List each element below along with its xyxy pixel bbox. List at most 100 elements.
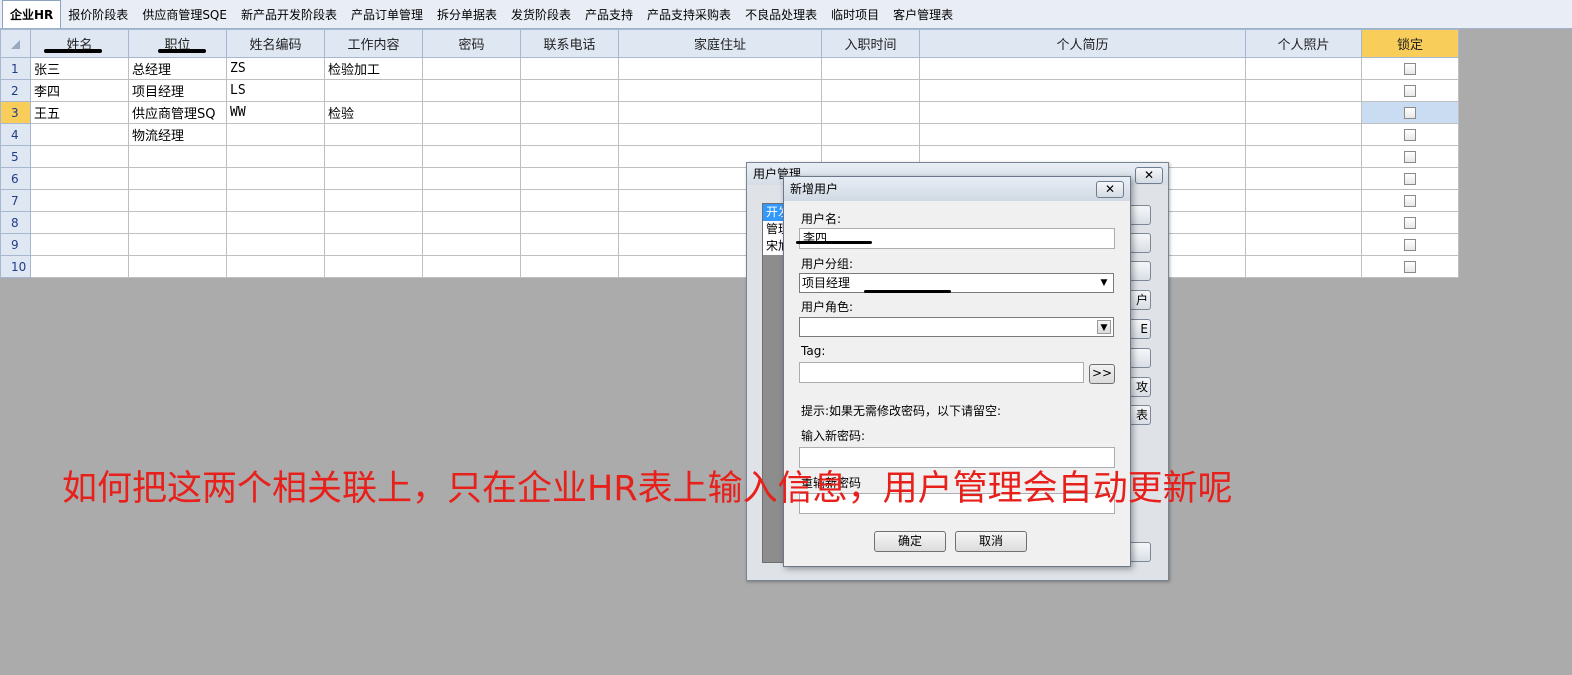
table-cell[interactable]: [226, 189, 325, 212]
row-number[interactable]: 5: [0, 145, 31, 168]
tag-picker-button[interactable]: >>: [1089, 364, 1115, 384]
table-cell[interactable]: [422, 233, 521, 256]
column-header[interactable]: 职位: [128, 29, 227, 58]
column-header[interactable]: 锁定: [1361, 29, 1459, 58]
table-cell[interactable]: [324, 189, 423, 212]
cancel-button[interactable]: 取消: [955, 531, 1027, 552]
lock-checkbox[interactable]: [1404, 128, 1416, 141]
table-cell[interactable]: [30, 211, 129, 234]
table-cell[interactable]: [422, 101, 521, 124]
table-cell[interactable]: [30, 255, 129, 278]
row-number[interactable]: 2: [0, 79, 31, 102]
table-cell[interactable]: [422, 255, 521, 278]
tab-8[interactable]: 产品支持采购表: [640, 2, 738, 28]
lock-checkbox[interactable]: [1404, 150, 1416, 163]
column-header[interactable]: 个人照片: [1245, 29, 1362, 58]
user-management-action-button[interactable]: 攻: [1129, 377, 1151, 397]
column-header[interactable]: 工作内容: [324, 29, 423, 58]
table-cell[interactable]: [1245, 189, 1362, 212]
table-cell[interactable]: [128, 145, 227, 168]
table-cell[interactable]: 张三: [30, 57, 129, 80]
column-header[interactable]: 家庭住址: [618, 29, 822, 58]
table-cell[interactable]: [618, 101, 822, 124]
table-cell[interactable]: [618, 123, 822, 146]
table-cell[interactable]: [128, 167, 227, 190]
table-cell[interactable]: [520, 255, 619, 278]
column-header[interactable]: 密码: [422, 29, 521, 58]
table-cell[interactable]: [1245, 145, 1362, 168]
table-cell[interactable]: [324, 79, 423, 102]
user-management-action-button[interactable]: 户: [1129, 290, 1151, 310]
table-cell[interactable]: [324, 123, 423, 146]
table-cell[interactable]: [1245, 123, 1362, 146]
tab-3[interactable]: 新产品开发阶段表: [234, 2, 344, 28]
tag-field[interactable]: [799, 362, 1084, 383]
lock-checkbox[interactable]: [1404, 172, 1416, 185]
tab-2[interactable]: 供应商管理SQE: [135, 2, 234, 28]
table-cell[interactable]: [128, 211, 227, 234]
table-cell[interactable]: [324, 255, 423, 278]
table-cell[interactable]: [128, 233, 227, 256]
table-cell[interactable]: [520, 145, 619, 168]
table-cell[interactable]: [422, 123, 521, 146]
table-cell[interactable]: [520, 101, 619, 124]
row-number[interactable]: 7: [0, 189, 31, 212]
table-cell[interactable]: ZS: [226, 57, 325, 80]
row-number[interactable]: 4: [0, 123, 31, 146]
row-number[interactable]: 6: [0, 167, 31, 190]
table-cell[interactable]: [821, 123, 920, 146]
table-cell[interactable]: 项目经理: [128, 79, 227, 102]
table-cell[interactable]: [226, 255, 325, 278]
row-number[interactable]: 10: [0, 255, 31, 278]
lock-checkbox[interactable]: [1404, 106, 1416, 119]
table-cell[interactable]: [128, 189, 227, 212]
user-management-action-button[interactable]: 表: [1129, 405, 1151, 425]
table-cell[interactable]: 总经理: [128, 57, 227, 80]
table-cell[interactable]: [422, 145, 521, 168]
table-cell[interactable]: 检验加工: [324, 57, 423, 80]
table-cell[interactable]: [422, 57, 521, 80]
table-cell[interactable]: 供应商管理SQ: [128, 101, 227, 124]
username-field[interactable]: 李四: [799, 228, 1115, 249]
user-management-action-button[interactable]: E: [1129, 319, 1151, 339]
table-cell[interactable]: [919, 57, 1246, 80]
user-management-action-button[interactable]: [1129, 205, 1151, 225]
table-cell[interactable]: [520, 167, 619, 190]
table-cell[interactable]: [30, 233, 129, 256]
table-cell[interactable]: [618, 79, 822, 102]
tab-11[interactable]: 客户管理表: [886, 2, 960, 28]
lock-checkbox[interactable]: [1404, 84, 1416, 97]
table-cell[interactable]: [520, 57, 619, 80]
table-cell[interactable]: [821, 79, 920, 102]
table-cell[interactable]: [226, 211, 325, 234]
table-cell[interactable]: [520, 79, 619, 102]
tab-9[interactable]: 不良品处理表: [738, 2, 824, 28]
table-cell[interactable]: [1245, 79, 1362, 102]
select-all-corner[interactable]: [0, 29, 31, 58]
close-button[interactable]: ✕: [1096, 181, 1124, 198]
table-cell[interactable]: [821, 101, 920, 124]
column-header[interactable]: 姓名: [30, 29, 129, 58]
table-cell[interactable]: [1245, 233, 1362, 256]
table-cell[interactable]: [324, 145, 423, 168]
lock-checkbox[interactable]: [1404, 62, 1416, 75]
table-cell[interactable]: 物流经理: [128, 123, 227, 146]
user-management-action-button[interactable]: [1129, 261, 1151, 281]
user-group-select[interactable]: 项目经理 ▼: [799, 273, 1114, 293]
table-cell[interactable]: [520, 123, 619, 146]
table-cell[interactable]: [30, 167, 129, 190]
user-management-action-button[interactable]: [1129, 542, 1151, 562]
user-role-select[interactable]: ▼: [799, 317, 1114, 337]
tab-1[interactable]: 报价阶段表: [61, 2, 135, 28]
column-header[interactable]: 联系电话: [520, 29, 619, 58]
table-cell[interactable]: [226, 145, 325, 168]
column-header[interactable]: 姓名编码: [226, 29, 325, 58]
tab-0[interactable]: 企业HR: [2, 0, 62, 28]
table-cell[interactable]: [1245, 57, 1362, 80]
table-cell[interactable]: [821, 57, 920, 80]
table-cell[interactable]: [324, 167, 423, 190]
table-cell[interactable]: [919, 79, 1246, 102]
tab-6[interactable]: 发货阶段表: [504, 2, 578, 28]
table-cell[interactable]: [226, 233, 325, 256]
lock-checkbox[interactable]: [1404, 216, 1416, 229]
